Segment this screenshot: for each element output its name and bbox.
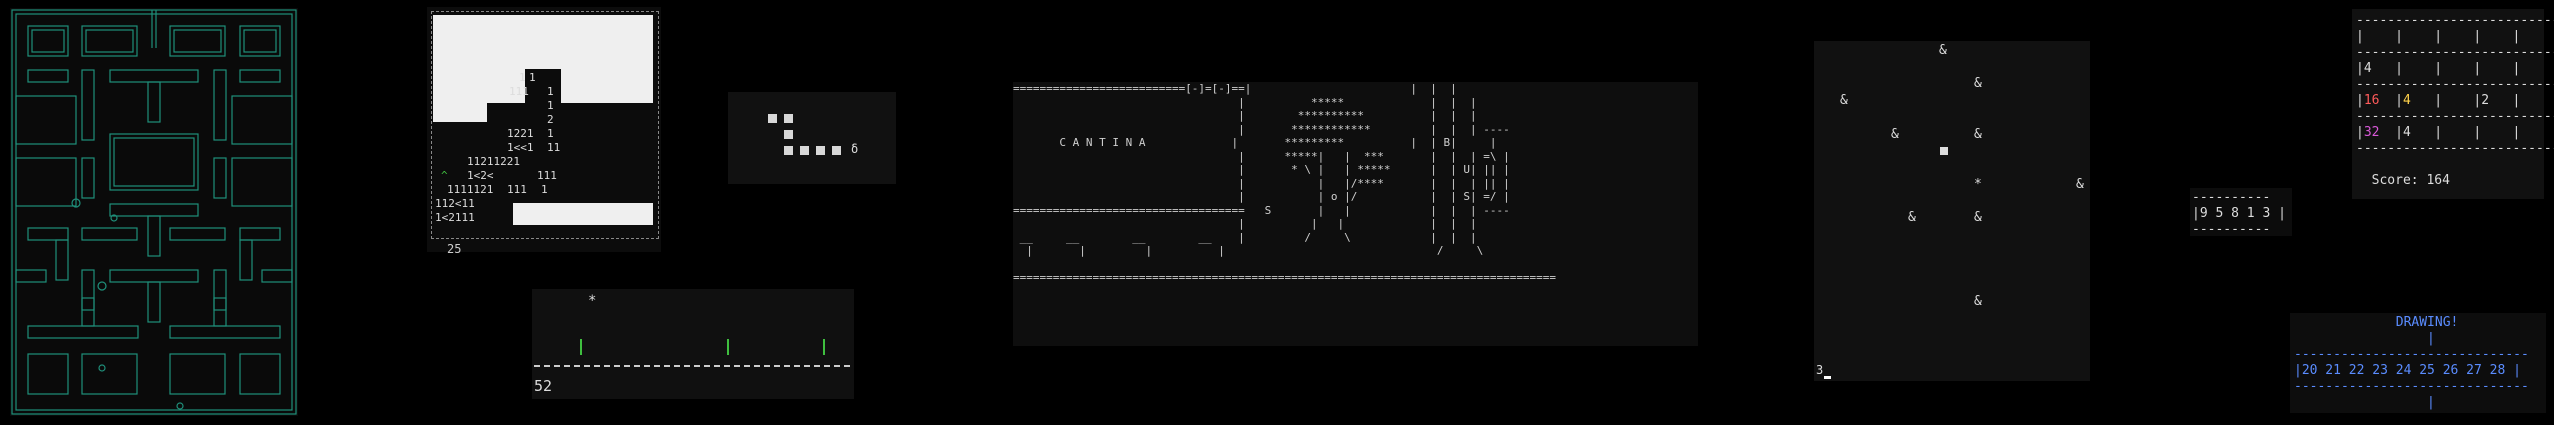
cell-number: 1 [541, 183, 548, 196]
player-block [1940, 147, 1948, 155]
tile: 32 [2363, 125, 2380, 140]
minesweeper-panel: 1 1 111 1 1 2 1221 1 1<<1 11 11211221 ^ … [427, 7, 661, 256]
drawing-board: DRAWING! | -----------------------------… [2294, 315, 2529, 410]
jumper-panel: * 52 [532, 289, 854, 399]
drawing-panel: DRAWING! | -----------------------------… [2290, 313, 2546, 413]
drawing-title: DRAWING! [2395, 315, 2459, 330]
cell-flag: ^ [441, 169, 448, 182]
tile-grid: ---------------------------- | | | | | |… [2356, 13, 2554, 188]
tile: 2 [2481, 93, 2490, 108]
tile: 4 [2402, 125, 2411, 140]
cell-number: 1 [547, 127, 554, 140]
obstacle-post [580, 339, 582, 355]
cantina-art: ==========================[-]=[-]==| | |… [1013, 82, 1557, 284]
player-star: * [588, 293, 597, 309]
cell-number: 11 [547, 141, 561, 154]
number-strip: |20 21 22 23 24 25 26 27 28 | [2294, 363, 2521, 378]
cell-number: 111 [509, 85, 529, 98]
snake-segment [832, 146, 841, 155]
enemy-glyph: & [1974, 127, 1982, 142]
ampersand-field: & & & & & * & & & & 3 [1814, 41, 2090, 381]
cell-number: 2 [547, 113, 554, 126]
tile: 4 [2363, 61, 2372, 76]
digit-sequence-panel: ---------- |9 5 8 1 3 | ---------- [2190, 188, 2292, 237]
cell-number: 1 [529, 71, 536, 84]
food-item: δ [851, 142, 859, 156]
digit-box: ---------- |9 5 8 1 3 | ---------- [2192, 190, 2286, 237]
cell-number: 1<<1 [507, 141, 534, 154]
cell-number: 11211221 [467, 155, 520, 168]
enemy-glyph: & [1908, 210, 1916, 225]
cell-number: 1<2111 [435, 211, 475, 224]
snake-segment [800, 146, 809, 155]
enemy-glyph: & [1974, 294, 1982, 309]
snake-segment [816, 146, 825, 155]
cell-number: 111 [537, 169, 557, 182]
maze-panel [10, 8, 298, 416]
cell-number: 1<2< [467, 169, 494, 182]
enemy-glyph: & [2076, 177, 2084, 192]
level-number: 3 [1816, 363, 1824, 377]
snake-segment [768, 114, 777, 123]
cantina-sign: [-]=[-] [1185, 82, 1232, 95]
tile-grid-panel: ---------------------------- | | | | | |… [2352, 9, 2554, 199]
enemy-glyph: & [1974, 210, 1982, 225]
cell-number: 1111121 [447, 183, 494, 196]
cell-number: 1 [519, 71, 526, 84]
cell-number: 1 [547, 85, 554, 98]
text-cursor [1824, 376, 1831, 379]
snake-segment [784, 114, 793, 123]
tile: 4 [2402, 93, 2411, 108]
obstacle-post [823, 339, 825, 355]
cell-number: 1221 [507, 127, 534, 140]
cell-number: 1 [547, 99, 554, 112]
cantina-scene: ==========================[-]=[-]==| | |… [1013, 82, 1698, 346]
snake-segment [784, 146, 793, 155]
obstacle-post [727, 339, 729, 355]
digit-row: |9 5 8 1 3 | [2192, 206, 2286, 221]
score-display: 52 [534, 377, 553, 395]
enemy-glyph: & [1939, 43, 1947, 58]
enemy-glyph: & [1891, 127, 1899, 142]
snake-segment [784, 130, 793, 139]
score-label: Score: 164 [2371, 173, 2450, 188]
ground-line [534, 365, 850, 367]
mine-count: 25 [447, 242, 462, 256]
tile: 16 [2363, 93, 2380, 108]
cantina-title: C A N T I N A [1059, 136, 1146, 149]
npc-glyph: S [1264, 203, 1272, 217]
cell-number: 112<11 [435, 197, 475, 210]
star-glyph: * [1974, 177, 1982, 192]
maze-walls [11, 9, 297, 415]
enemy-glyph: & [1974, 76, 1982, 91]
enemy-glyph: & [1840, 93, 1848, 108]
cell-number: 111 [507, 183, 527, 196]
snake-panel: δ [728, 92, 896, 184]
